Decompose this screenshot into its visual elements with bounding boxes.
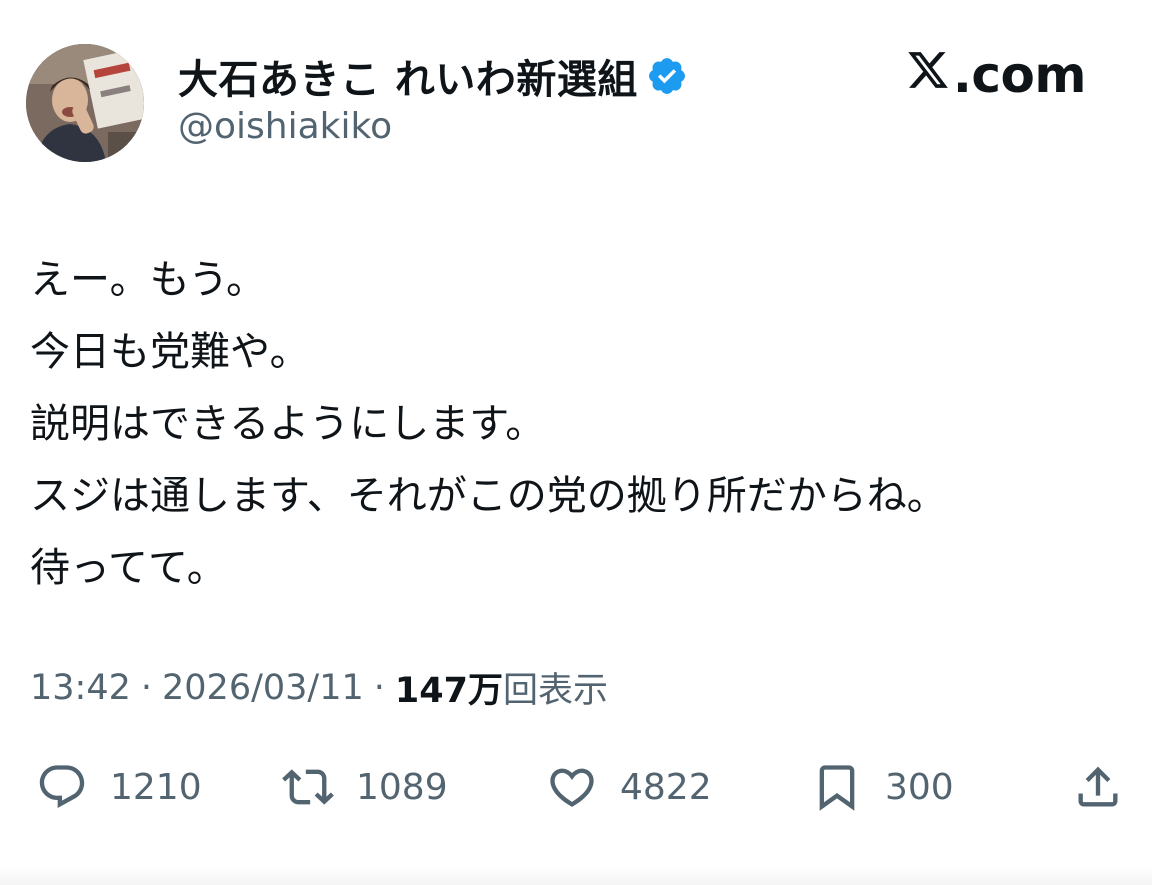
x-com-brand: .com xyxy=(905,46,1087,104)
views-count[interactable]: 147万 xyxy=(395,662,503,713)
like-button[interactable]: 4822 xyxy=(546,752,712,822)
user-handle[interactable]: @oishiakiko xyxy=(178,106,392,147)
avatar[interactable] xyxy=(26,44,144,162)
display-name[interactable]: 大石あきこ れいわ新選組 xyxy=(178,47,638,105)
views-label: 回表示 xyxy=(502,671,608,711)
heart-icon xyxy=(546,761,598,813)
verified-badge-icon xyxy=(646,55,688,97)
reply-button[interactable]: 1210 xyxy=(36,752,202,822)
tweet-date[interactable]: 2026/03/11 xyxy=(162,668,364,708)
like-count: 4822 xyxy=(620,766,712,808)
tweet-line: 待ってて。 xyxy=(30,545,227,591)
brand-label: .com xyxy=(952,46,1087,104)
tweet-time[interactable]: 13:42 xyxy=(30,668,131,708)
reply-count: 1210 xyxy=(110,766,202,808)
share-button[interactable] xyxy=(1072,752,1124,822)
tweet-meta: 13:42 · 2026/03/11 · 147万 回表示 xyxy=(30,662,608,713)
retweet-button[interactable]: 1089 xyxy=(282,752,448,822)
bookmark-button[interactable]: 300 xyxy=(811,752,954,822)
meta-separator: · xyxy=(140,667,153,708)
tweet-text: えー。もう。 今日も党難や。 説明はできるようにします。 スジは通します、それが… xyxy=(30,244,1120,604)
retweet-count: 1089 xyxy=(356,766,448,808)
reply-icon xyxy=(36,761,88,813)
bookmark-count: 300 xyxy=(885,766,954,808)
tweet-card: 大石あきこ れいわ新選組 @oishiakiko .com えー。もう。 今日も… xyxy=(0,0,1152,885)
share-icon xyxy=(1072,761,1124,813)
meta-separator: · xyxy=(373,667,385,708)
action-bar: 1210 1089 4822 300 xyxy=(36,752,1136,822)
bottom-edge xyxy=(0,866,1152,885)
tweet-line: 説明はできるようにします。 xyxy=(30,401,546,447)
tweet-line: えー。もう。 xyxy=(30,257,266,303)
tweet-line: 今日も党難や。 xyxy=(30,329,310,375)
bookmark-icon xyxy=(811,761,863,813)
tweet-line: スジは通します、それがこの党の拠り所だからね。 xyxy=(30,473,947,519)
x-logo-icon xyxy=(905,46,953,104)
display-name-row: 大石あきこ れいわ新選組 xyxy=(178,48,688,104)
retweet-icon xyxy=(282,761,334,813)
avatar-photo-icon xyxy=(26,44,144,162)
